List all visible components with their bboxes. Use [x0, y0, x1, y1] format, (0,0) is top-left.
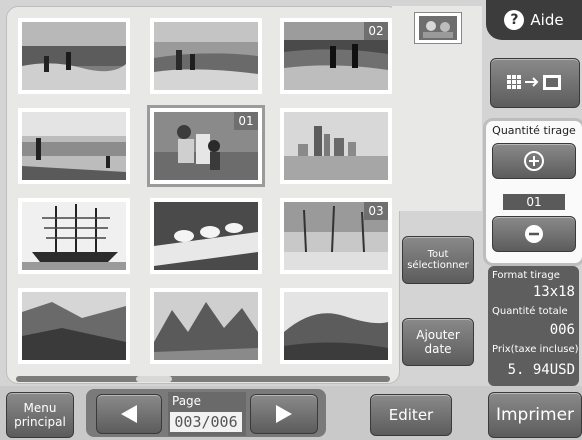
increase-quantity-button[interactable] [492, 143, 576, 179]
price-label: Prix(taxe incluse) [492, 344, 579, 355]
photo-thumbnail-3[interactable]: 02 [280, 18, 392, 94]
main-menu-button[interactable]: Menu principal [6, 392, 74, 438]
main-menu-line1: Menu [23, 401, 57, 415]
photo-thumbnail-5[interactable]: 01 [147, 105, 265, 187]
select-all-line2: sélectionner [407, 260, 469, 271]
photo-preview-icon [414, 12, 462, 44]
main-menu-line2: principal [14, 415, 66, 429]
photo-thumbnail-1[interactable] [18, 18, 130, 94]
photo-thumbnail-10[interactable] [18, 288, 130, 364]
decrease-quantity-button[interactable] [492, 216, 576, 252]
print-button[interactable]: Imprimer [488, 392, 582, 438]
print-label: Imprimer [495, 405, 575, 425]
hillside-photo [284, 292, 388, 360]
beach-kids-photo [154, 22, 258, 90]
view-layout-button[interactable] [490, 58, 580, 108]
previous-page-button[interactable] [96, 394, 162, 434]
page-number: 003/006 [170, 412, 242, 432]
add-date-line1: Ajouter [416, 328, 460, 342]
seagulls-photo [154, 202, 258, 270]
quantity-value: 01 [503, 194, 565, 210]
arrow-left-icon [121, 405, 137, 423]
help-label: Aide [530, 11, 564, 29]
help-button[interactable]: ? Aide [486, 0, 582, 40]
photo-thumbnail-2[interactable] [150, 18, 262, 94]
photo-thumbnail-11[interactable] [150, 288, 262, 364]
rocky-mountains-photo [154, 292, 258, 360]
page-indicator: Page 003/006 [168, 392, 246, 436]
next-page-button[interactable] [250, 394, 318, 434]
photo-thumbnail-12[interactable] [280, 288, 392, 364]
grid-to-single-icon [507, 75, 561, 90]
beach-children-photo [22, 22, 126, 90]
photo-thumbnail-7[interactable] [18, 198, 130, 274]
question-icon: ? [504, 10, 525, 30]
page-label: Page [172, 394, 202, 408]
edit-label: Editer [388, 406, 434, 424]
order-summary-panel: Format tirage 13x18 Quantité totale 006 … [488, 266, 579, 386]
mountain-valley-photo [22, 292, 126, 360]
quantity-control: Quantité tirage 01 [483, 118, 582, 266]
selection-badge: 01 [234, 112, 258, 130]
plus-icon [524, 151, 544, 171]
price-value: 5. 94USD [507, 362, 575, 378]
minus-icon [525, 225, 543, 243]
photo-thumbnail-4[interactable] [18, 108, 130, 184]
select-all-line1: Tout [427, 249, 449, 260]
add-date-line2: date [424, 342, 452, 356]
total-quantity-label: Quantité totale [492, 306, 568, 317]
scrollbar-thumb[interactable] [136, 376, 172, 382]
selection-badge: 02 [364, 22, 388, 40]
quantity-title: Quantité tirage [492, 124, 576, 137]
edit-button[interactable]: Editer [370, 394, 452, 436]
photo-thumbnail-8[interactable] [150, 198, 262, 274]
beach-walk-photo [22, 112, 126, 180]
select-all-button[interactable]: Tout sélectionner [402, 236, 474, 284]
total-quantity-value: 006 [549, 322, 575, 338]
add-date-button[interactable]: Ajouter date [402, 318, 474, 366]
photo-thumbnail-9[interactable]: 03 [280, 198, 392, 274]
arrow-right-icon [276, 405, 292, 423]
sailing-ship-photo [22, 202, 126, 270]
city-skyline-photo [284, 112, 388, 180]
selection-badge: 03 [364, 202, 388, 220]
format-label: Format tirage [492, 270, 560, 281]
photo-thumbnail-6[interactable] [280, 108, 392, 184]
format-value: 13x18 [532, 284, 575, 300]
grid-scrollbar[interactable] [16, 376, 390, 382]
